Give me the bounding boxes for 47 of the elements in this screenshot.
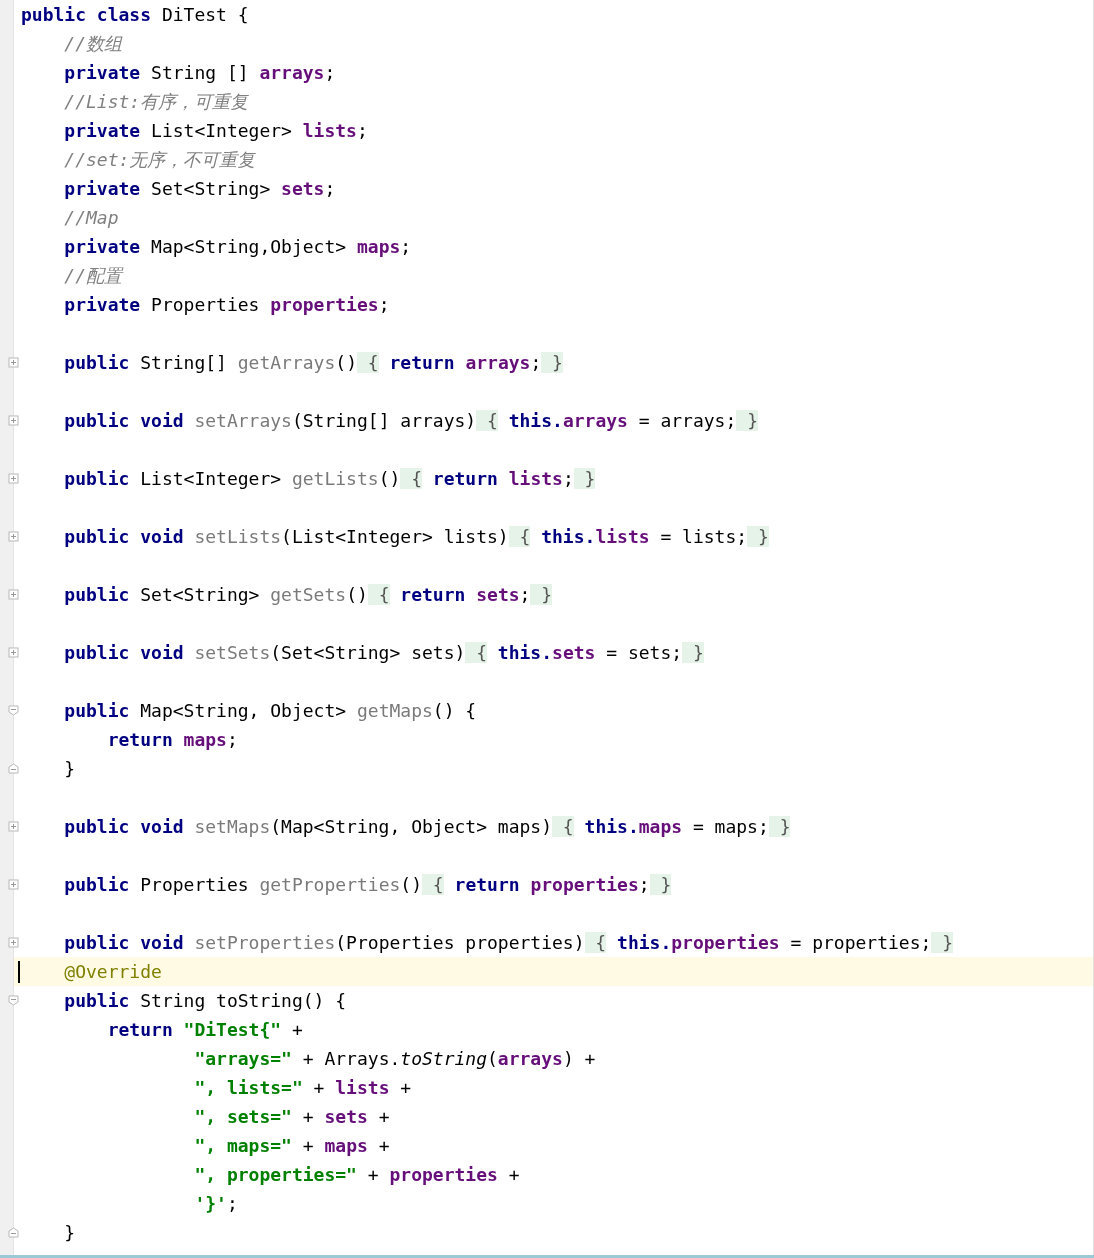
code-line: //List:有序，可重复 xyxy=(63,90,249,114)
fold-marker-icon[interactable] xyxy=(8,937,19,948)
code-line: "arrays=" + Arrays.toString(arrays) + xyxy=(193,1047,596,1071)
code-line: public class DiTest { xyxy=(21,3,249,27)
code-line: private Set<String> sets; xyxy=(63,177,336,201)
code-line: ", sets=" + sets + xyxy=(193,1105,390,1129)
code-line: private List<Integer> lists; xyxy=(63,119,368,143)
code-line: private Properties properties; xyxy=(63,293,390,317)
fold-marker-icon[interactable] xyxy=(8,995,19,1006)
fold-marker-icon[interactable] xyxy=(8,357,19,368)
text-cursor xyxy=(18,960,20,983)
code-line: public void setSets(Set<String> sets) { this.sets = sets; } xyxy=(63,641,704,665)
code-line: @Override xyxy=(63,960,162,984)
fold-marker-icon[interactable] xyxy=(8,531,19,542)
code-line: } xyxy=(63,1221,76,1245)
code-line: //数组 xyxy=(63,32,123,56)
code-line: return "DiTest{" + xyxy=(106,1018,303,1042)
code-line: public List<Integer> getLists() { return lists; } xyxy=(63,467,596,491)
fold-marker-icon[interactable] xyxy=(8,473,19,484)
fold-marker-icon[interactable] xyxy=(8,647,19,658)
fold-marker-icon[interactable] xyxy=(8,821,19,832)
code-line: '}'; xyxy=(193,1192,238,1216)
code-line: public String toString() { xyxy=(63,989,347,1013)
code-line: public Properties getProperties() { return properties; } xyxy=(63,873,672,897)
code-line: } xyxy=(63,757,76,781)
code-line: //set:无序，不可重复 xyxy=(63,148,256,172)
code-line: public String[] getArrays() { return arrays; } xyxy=(63,351,563,375)
code-line: public Map<String, Object> getMaps() { xyxy=(63,699,477,723)
fold-marker-icon[interactable] xyxy=(8,589,19,600)
code-line: public Set<String> getSets() { return sets; } xyxy=(63,583,553,607)
code-line: ", maps=" + maps + xyxy=(193,1134,390,1158)
code-line: //Map xyxy=(63,206,119,230)
code-line: private String [] arrays; xyxy=(63,61,336,85)
code-line: public void setMaps(Map<String, Object> maps) { this.maps = maps; } xyxy=(63,815,791,839)
code-line: public void setLists(List<Integer> lists) { this.lists = lists; } xyxy=(63,525,769,549)
code-line: ", lists=" + lists + xyxy=(193,1076,412,1100)
code-line: return maps; xyxy=(106,728,238,752)
code-line: public void setArrays(String[] arrays) { this.arrays = arrays; } xyxy=(63,409,758,433)
fold-marker-icon[interactable] xyxy=(8,705,19,716)
code-line: //配置 xyxy=(63,264,123,288)
fold-marker-icon[interactable] xyxy=(8,1227,19,1238)
fold-marker-icon[interactable] xyxy=(8,415,19,426)
fold-marker-icon[interactable] xyxy=(8,879,19,890)
code-line: public void setProperties(Properties properties) { this.properties = properties; } xyxy=(63,931,954,955)
code-line: private Map<String,Object> maps; xyxy=(63,235,412,259)
code-line: ", properties=" + properties + xyxy=(193,1163,520,1187)
fold-marker-icon[interactable] xyxy=(8,763,19,774)
